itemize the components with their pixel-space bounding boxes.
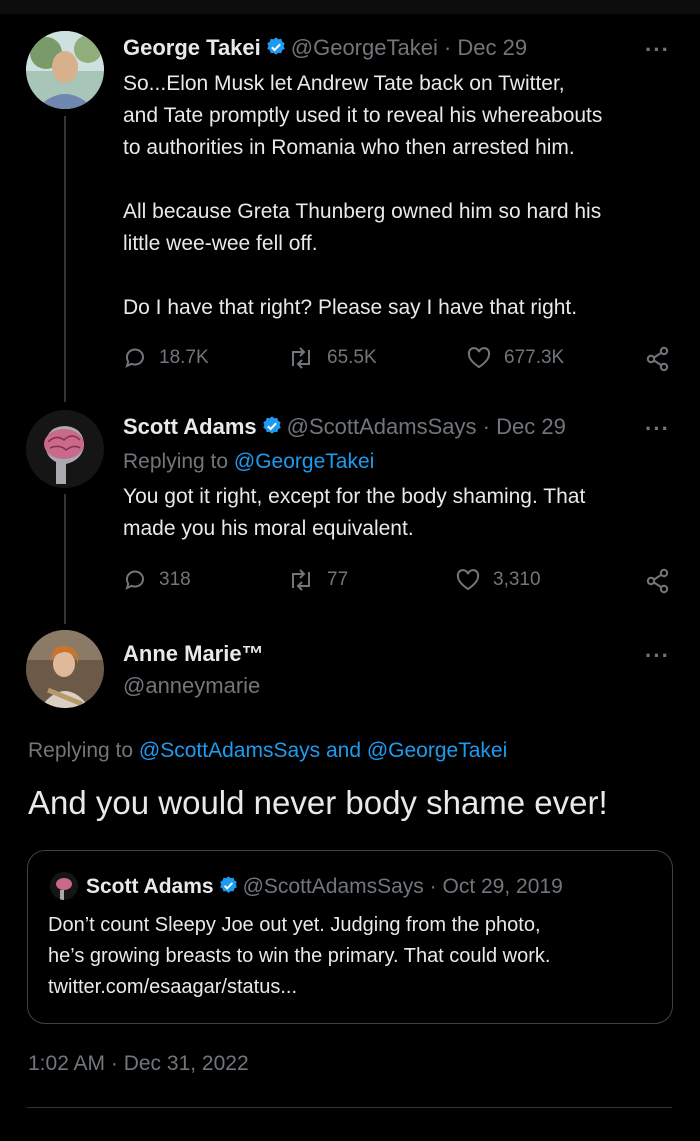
retweet-count: 77	[327, 569, 349, 590]
separator: ·	[482, 414, 490, 439]
verified-badge-icon	[265, 36, 287, 64]
main-tweet-handle: @anneymarie	[123, 673, 260, 699]
tweet2-header: Scott Adams @ScottAdamsSays · Dec 29	[123, 414, 566, 443]
quoted-text: Don’t count Sleepy Joe out yet. Judging …	[48, 914, 551, 998]
reply-count: 18.7K	[159, 347, 209, 368]
share-icon	[646, 346, 669, 372]
main-tweet-text: And you would never body shame ever!	[28, 784, 608, 821]
tweet1-header: George Takei @GeorgeTakei · Dec 29	[123, 35, 527, 64]
like-count: 3,310	[493, 569, 541, 590]
like-button[interactable]: 3,310	[455, 568, 541, 592]
retweet-icon	[292, 347, 310, 369]
divider	[27, 1107, 672, 1108]
like-icon	[467, 347, 491, 369]
status-bar	[0, 0, 700, 14]
author-handle[interactable]: @GeorgeTakei	[291, 35, 438, 60]
mention-link[interactable]: @GeorgeTakei	[367, 739, 507, 762]
tweet1-text: So...Elon Musk let Andrew Tate back on T…	[123, 72, 603, 319]
replying-and: and	[320, 739, 367, 762]
reply-button[interactable]: 318	[123, 568, 191, 592]
replying-prefix: Replying to	[28, 739, 139, 762]
mention-link[interactable]: @GeorgeTakei	[234, 450, 374, 473]
author-handle[interactable]: @anneymarie	[123, 673, 260, 698]
tweet-timestamp[interactable]: 1:02 AM · Dec 31, 2022	[28, 1052, 249, 1076]
share-button[interactable]	[645, 568, 683, 594]
replying-prefix: Replying to	[123, 450, 234, 473]
more-icon[interactable]: ···	[645, 37, 670, 63]
tweet-date[interactable]: Dec 29	[496, 414, 566, 439]
thread-line	[64, 494, 66, 624]
reply-count: 318	[159, 569, 191, 590]
like-icon	[456, 569, 480, 591]
mention-link[interactable]: @ScottAdamsSays	[139, 739, 320, 762]
more-icon[interactable]: ···	[645, 416, 670, 442]
author-handle: @ScottAdamsSays	[242, 875, 424, 898]
author-name[interactable]: George Takei	[123, 35, 261, 60]
share-icon	[646, 568, 669, 594]
quoted-tweet-card[interactable]: Scott Adams @ScottAdamsSays · Oct 29, 201…	[27, 850, 673, 1024]
replying-to: Replying to @GeorgeTakei	[123, 450, 374, 474]
reply-icon	[125, 570, 144, 590]
retweet-icon	[292, 569, 310, 591]
reply-button[interactable]: 18.7K	[123, 346, 209, 370]
quoted-avatar	[50, 872, 78, 900]
retweet-count: 65.5K	[327, 347, 377, 368]
verified-badge-icon	[261, 415, 283, 443]
avatar-george-takei[interactable]	[26, 31, 104, 109]
retweet-button[interactable]: 65.5K	[287, 346, 377, 370]
author-name[interactable]: Anne Marie™	[123, 641, 264, 666]
separator: ·	[429, 875, 437, 898]
author-handle[interactable]: @ScottAdamsSays	[287, 414, 477, 439]
replying-to: Replying to @ScottAdamsSays and @GeorgeT…	[28, 739, 507, 763]
share-button[interactable]	[645, 346, 683, 372]
more-icon[interactable]: ···	[645, 643, 670, 669]
author-name[interactable]: Scott Adams	[123, 414, 257, 439]
quoted-header: Scott Adams @ScottAdamsSays · Oct 29, 201…	[86, 875, 563, 902]
author-name: Scott Adams	[86, 875, 214, 898]
tweet-date[interactable]: Dec 29	[457, 35, 527, 60]
tweet2-text: You got it right, except for the body sh…	[123, 485, 586, 540]
avatar-scott-adams[interactable]	[26, 410, 104, 488]
retweet-button[interactable]: 77	[287, 568, 348, 592]
separator: ·	[443, 35, 452, 60]
like-count: 677.3K	[504, 347, 565, 368]
avatar-anne-marie[interactable]	[26, 630, 104, 708]
tweet-date: Oct 29, 2019	[442, 875, 563, 898]
thread-line	[64, 116, 66, 402]
verified-badge-icon	[218, 875, 239, 902]
like-button[interactable]: 677.3K	[466, 346, 564, 370]
main-tweet-name: Anne Marie™	[123, 641, 264, 667]
reply-icon	[125, 348, 144, 368]
